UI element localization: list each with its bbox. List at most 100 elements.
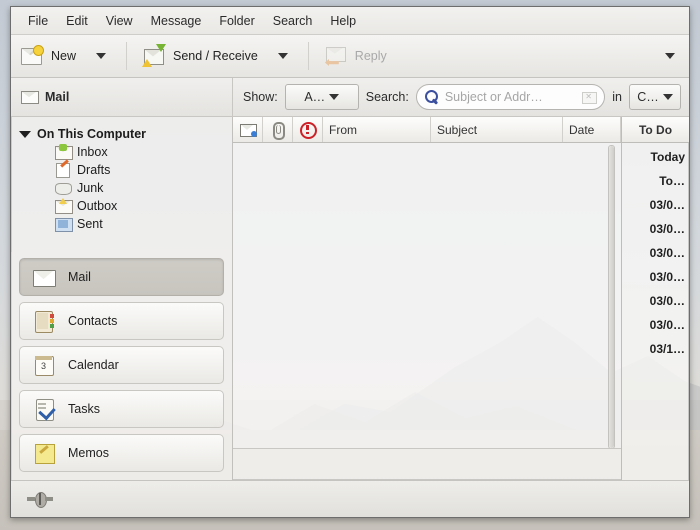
search-scope-dropdown[interactable]: C… xyxy=(629,84,681,110)
view-switcher: Mail Contacts 3 Calendar Tasks Memos xyxy=(11,252,232,480)
new-message-icon xyxy=(21,45,44,66)
column-header-date[interactable]: Date xyxy=(563,117,621,142)
search-icon xyxy=(424,90,439,105)
page-title: Mail xyxy=(45,90,70,104)
sidebar-item-drafts[interactable]: Drafts xyxy=(11,159,232,179)
evolution-window: File Edit View Message Folder Search Hel… xyxy=(10,6,690,518)
toolbar-overflow-button[interactable] xyxy=(651,36,689,76)
tree-root-label: On This Computer xyxy=(37,127,147,141)
menu-item-help[interactable]: Help xyxy=(321,11,365,31)
mail-icon xyxy=(32,266,56,288)
todo-list: Today To… 03/0… 03/0… 03/0… 03/0… 03/0… … xyxy=(622,143,689,480)
tree-root-on-this-computer[interactable]: On This Computer xyxy=(11,125,232,143)
online-status-icon[interactable] xyxy=(27,492,53,508)
clear-search-icon[interactable]: ✕ xyxy=(582,91,598,104)
menu-item-search[interactable]: Search xyxy=(264,11,322,31)
todo-item[interactable]: 03/0… xyxy=(622,217,689,241)
menu-item-folder[interactable]: Folder xyxy=(210,11,263,31)
todo-item[interactable]: Today xyxy=(622,145,689,169)
send-receive-button-label: Send / Receive xyxy=(173,49,258,63)
todo-pane: To Do Today To… 03/0… 03/0… 03/0… 03/0… … xyxy=(621,117,689,480)
todo-item[interactable]: 03/0… xyxy=(622,289,689,313)
mail-icon xyxy=(21,91,39,104)
todo-item[interactable]: 03/0… xyxy=(622,265,689,289)
memos-icon xyxy=(32,442,56,464)
switcher-button-tasks[interactable]: Tasks xyxy=(19,390,224,428)
message-list-body[interactable] xyxy=(233,143,621,480)
menu-item-file[interactable]: File xyxy=(19,11,57,31)
drafts-folder-icon xyxy=(55,159,72,178)
reply-button-label: Reply xyxy=(354,49,387,63)
sidebar-item-label: Drafts xyxy=(77,163,111,177)
sent-folder-icon xyxy=(55,217,73,232)
chevron-down-icon xyxy=(329,94,340,100)
new-button[interactable]: New xyxy=(11,36,82,76)
switcher-button-memos[interactable]: Memos xyxy=(19,434,224,472)
column-header-attachment[interactable] xyxy=(263,117,293,142)
chevron-down-icon xyxy=(665,53,675,59)
message-list-pane: From Subject Date xyxy=(233,117,621,480)
sidebar-item-junk[interactable]: Junk xyxy=(11,179,232,197)
read-status-icon xyxy=(239,123,257,137)
toolbar-separator-1 xyxy=(126,42,128,70)
inbox-folder-icon xyxy=(55,144,73,160)
mail-header: Mail xyxy=(11,78,233,116)
show-label: Show: xyxy=(243,90,278,104)
message-list-scrollbar[interactable] xyxy=(608,145,615,449)
todo-item[interactable]: 03/0… xyxy=(622,313,689,337)
sidebar-item-label: Outbox xyxy=(77,199,118,213)
menu-bar: File Edit View Message Folder Search Hel… xyxy=(11,7,689,35)
column-header-importance[interactable] xyxy=(293,117,323,142)
sidebar-item-outbox[interactable]: Outbox xyxy=(11,197,232,215)
message-list-header: From Subject Date xyxy=(233,117,621,143)
column-header-subject[interactable]: Subject xyxy=(431,117,563,142)
junk-folder-icon xyxy=(55,181,72,195)
todo-item[interactable]: 03/1… xyxy=(622,337,689,361)
new-button-label: New xyxy=(51,49,77,63)
reply-button[interactable]: Reply xyxy=(315,36,393,76)
status-bar xyxy=(11,480,689,517)
column-header-from[interactable]: From xyxy=(323,117,431,142)
new-dropdown-button[interactable] xyxy=(82,36,120,76)
search-bar: Mail Show: A… Search: Subject or Addr… ✕… xyxy=(11,78,689,117)
show-dropdown[interactable]: A… xyxy=(284,84,359,110)
calendar-day-number: 3 xyxy=(40,361,46,371)
switcher-button-label: Mail xyxy=(68,270,91,284)
sidebar-item-sent[interactable]: Sent xyxy=(11,215,232,233)
send-receive-dropdown-button[interactable] xyxy=(264,36,302,76)
switcher-button-calendar[interactable]: 3 Calendar xyxy=(19,346,224,384)
switcher-button-label: Memos xyxy=(68,446,109,460)
tasks-icon xyxy=(32,398,56,421)
outbox-folder-icon xyxy=(55,198,73,214)
menu-item-view[interactable]: View xyxy=(97,11,142,31)
toolbar: New Send / Receive Reply xyxy=(11,35,689,78)
menu-item-edit[interactable]: Edit xyxy=(57,11,97,31)
send-receive-button[interactable]: Send / Receive xyxy=(133,36,264,76)
search-input[interactable]: Subject or Addr… ✕ xyxy=(415,84,606,110)
switcher-button-label: Contacts xyxy=(68,314,118,328)
main-area: On This Computer Inbox Drafts Junk Outbo… xyxy=(11,117,689,480)
show-dropdown-value: A… xyxy=(304,90,326,104)
scrollbar-thumb[interactable] xyxy=(609,146,614,448)
search-label: Search: xyxy=(365,90,409,104)
switcher-button-mail[interactable]: Mail xyxy=(19,258,224,296)
menu-item-message[interactable]: Message xyxy=(142,11,211,31)
chevron-down-icon xyxy=(277,53,288,59)
todo-item[interactable]: 03/0… xyxy=(622,241,689,265)
sidebar-item-inbox[interactable]: Inbox xyxy=(11,143,232,161)
todo-pane-header: To Do xyxy=(622,117,689,143)
in-label: in xyxy=(612,90,622,104)
switcher-button-contacts[interactable]: Contacts xyxy=(19,302,224,340)
todo-item[interactable]: To… xyxy=(622,169,689,193)
chevron-down-icon[interactable] xyxy=(19,130,31,138)
chevron-down-icon xyxy=(662,94,673,100)
column-header-read-status[interactable] xyxy=(233,117,263,142)
search-scope-value: C… xyxy=(637,90,659,104)
toolbar-separator-2 xyxy=(307,42,309,70)
sidebar: On This Computer Inbox Drafts Junk Outbo… xyxy=(11,117,233,480)
sidebar-item-label: Sent xyxy=(77,217,103,231)
todo-item[interactable]: 03/0… xyxy=(622,193,689,217)
send-receive-icon xyxy=(142,44,167,67)
sidebar-item-label: Junk xyxy=(77,181,104,195)
switcher-button-label: Tasks xyxy=(68,402,100,416)
